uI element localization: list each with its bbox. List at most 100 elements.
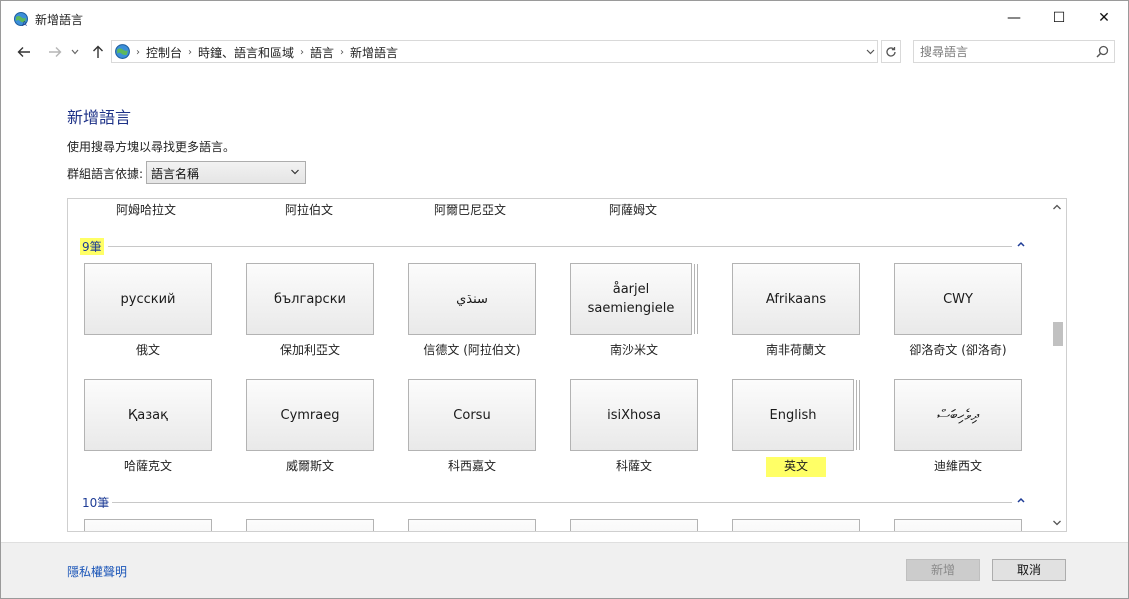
address-history-dropdown[interactable] — [863, 44, 877, 60]
footer-bar: 隱私權聲明 新增 取消 — [1, 542, 1128, 598]
section-divider — [112, 502, 1012, 503]
add-language-window: A 新增語言 — ☐ ✕ › 控制台 › 時鐘、語言和區域 › 語言 › 新增語… — [0, 0, 1129, 599]
scroll-up-arrow-icon[interactable] — [1052, 203, 1062, 211]
navigation-bar: › 控制台 › 時鐘、語言和區域 › 語言 › 新增語言 — [1, 37, 1128, 67]
tile-native-name: ދިވެހިބަސް — [936, 405, 979, 424]
tile-caption: 科西嘉文 — [447, 459, 496, 473]
language-tile[interactable] — [84, 519, 212, 531]
forward-button[interactable] — [44, 41, 66, 63]
search-input[interactable] — [914, 41, 1092, 62]
language-list-panel: 阿姆哈拉文 阿拉伯文 阿爾巴尼亞文 阿薩姆文 9筆 русский 俄文 бъл… — [67, 198, 1067, 532]
chevron-up-icon[interactable] — [1016, 493, 1026, 507]
chevron-up-icon[interactable] — [1016, 237, 1026, 251]
title-bar: A 新增語言 — ☐ ✕ — [1, 1, 1128, 37]
breadcrumb-control-panel[interactable]: 控制台 — [140, 44, 188, 61]
add-button[interactable]: 新增 — [906, 559, 980, 581]
language-name-amharic[interactable]: 阿姆哈拉文 — [116, 201, 176, 218]
vertical-scrollbar[interactable] — [1049, 199, 1066, 531]
scrollbar-thumb[interactable] — [1053, 322, 1063, 346]
language-tile[interactable] — [570, 519, 698, 531]
tile-native-name: English — [769, 407, 817, 423]
tile-native-name: åarjel saemiengiele — [587, 282, 675, 316]
arrow-right-icon — [49, 47, 62, 57]
tile-native-name: Cymraeg — [280, 407, 340, 423]
language-tile[interactable]: Cymraeg — [246, 379, 374, 451]
scroll-down-arrow-icon[interactable] — [1052, 519, 1062, 527]
breadcrumb-clock-language-region[interactable]: 時鐘、語言和區域 — [192, 44, 300, 61]
chevron-down-icon — [291, 169, 299, 175]
language-tile[interactable] — [732, 519, 860, 531]
tile-native-name: isiXhosa — [607, 407, 661, 423]
language-name-assamese[interactable]: 阿薩姆文 — [609, 201, 657, 218]
language-tile[interactable]: Corsu — [408, 379, 536, 451]
tile-caption: 南非荷蘭文 — [765, 343, 826, 357]
tile-native-name: Қазақ — [128, 407, 168, 423]
section-title: 9筆 — [80, 238, 104, 255]
tile-caption: 卻洛奇文 (卻洛奇) — [909, 343, 1007, 357]
language-tile[interactable]: Afrikaans — [732, 263, 860, 335]
arrow-left-icon — [17, 47, 30, 57]
refresh-button[interactable] — [881, 40, 901, 63]
chevron-down-icon — [71, 49, 79, 55]
language-tile[interactable]: åarjel saemiengiele — [570, 263, 692, 335]
tile-caption: 威爾斯文 — [285, 459, 334, 473]
address-bar[interactable]: › 控制台 › 時鐘、語言和區域 › 語言 › 新增語言 — [111, 40, 878, 63]
section-title: 10筆 — [82, 496, 110, 510]
language-tile[interactable]: ދިވެހިބަސް — [894, 379, 1022, 451]
tile-native-name: Afrikaans — [765, 291, 827, 307]
maximize-icon: ☐ — [1052, 10, 1066, 26]
language-tile[interactable]: русский — [84, 263, 212, 335]
main-content: 新增語言 使用搜尋方塊以尋找更多語言。 群組語言依據: 語言名稱 阿姆哈拉文 阿… — [1, 67, 1128, 542]
language-tile[interactable] — [894, 519, 1022, 531]
search-box — [913, 40, 1115, 63]
tile-native-name: русский — [120, 291, 176, 307]
search-icon[interactable] — [1096, 45, 1109, 58]
breadcrumb-add-language[interactable]: 新增語言 — [344, 44, 404, 61]
tile-caption: 南沙米文 — [609, 343, 658, 357]
refresh-icon — [886, 46, 896, 57]
language-tile[interactable]: isiXhosa — [570, 379, 698, 451]
arrow-up-icon — [93, 45, 103, 58]
minimize-button[interactable]: — — [991, 1, 1037, 35]
recent-locations-button[interactable] — [68, 41, 82, 63]
tile-native-name: Corsu — [453, 407, 491, 423]
language-globe-icon: A — [14, 12, 28, 27]
group-by-select[interactable]: 語言名稱 — [146, 161, 306, 184]
language-tile[interactable]: Қазақ — [84, 379, 212, 451]
section-header-9: 9筆 — [80, 237, 1026, 255]
close-icon: ✕ — [1098, 10, 1110, 26]
language-tile[interactable]: CWY — [894, 263, 1022, 335]
tile-native-name: سنڌي — [456, 291, 488, 307]
search-hint-text: 使用搜尋方塊以尋找更多語言。 — [67, 140, 236, 154]
tile-native-name: български — [273, 291, 346, 307]
language-tile[interactable] — [408, 519, 536, 531]
maximize-button[interactable]: ☐ — [1036, 1, 1082, 35]
tile-caption: 哈薩克文 — [123, 459, 172, 473]
back-button[interactable] — [13, 41, 35, 63]
tile-caption: 迪維西文 — [933, 459, 982, 473]
control-panel-globe-icon — [115, 44, 130, 59]
breadcrumb-language[interactable]: 語言 — [304, 44, 340, 61]
language-tile[interactable] — [246, 519, 374, 531]
tile-caption: 科薩文 — [615, 459, 652, 473]
previous-row: 阿姆哈拉文 阿拉伯文 阿爾巴尼亞文 阿薩姆文 — [68, 201, 1028, 221]
tile-native-name: CWY — [943, 291, 973, 307]
cancel-button[interactable]: 取消 — [992, 559, 1066, 581]
tile-caption: 信德文 (阿拉伯文) — [423, 343, 521, 357]
section-divider — [108, 246, 1012, 247]
language-tile[interactable]: سنڌي — [408, 263, 536, 335]
tile-caption: 保加利亞文 — [279, 343, 340, 357]
language-tile[interactable]: български — [246, 263, 374, 335]
language-name-arabic[interactable]: 阿拉伯文 — [285, 201, 333, 218]
group-by-label: 群組語言依據: — [67, 167, 144, 181]
tile-caption: 俄文 — [135, 343, 160, 357]
page-title: 新增語言 — [67, 108, 132, 127]
privacy-statement-link[interactable]: 隱私權聲明 — [67, 563, 127, 580]
up-button[interactable] — [87, 41, 109, 63]
section-header-10: 10筆 — [80, 494, 1026, 510]
language-tile-english[interactable]: English — [732, 379, 854, 451]
window-title: 新增語言 — [35, 13, 84, 27]
group-by-value: 語言名稱 — [151, 167, 200, 181]
language-name-albanian[interactable]: 阿爾巴尼亞文 — [434, 201, 506, 218]
close-button[interactable]: ✕ — [1081, 1, 1127, 35]
